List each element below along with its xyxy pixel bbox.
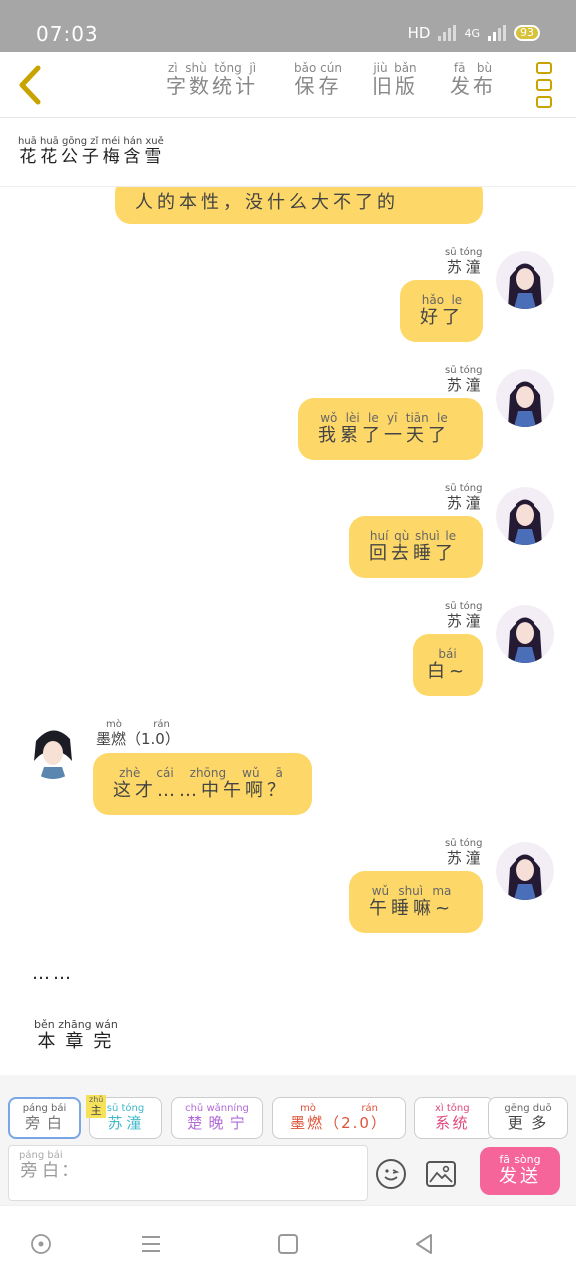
emoji-button[interactable] <box>376 1159 406 1189</box>
smiley-icon <box>384 1169 400 1181</box>
menu-dot-icon <box>536 96 552 108</box>
chapter-end-text: 本章完běn zhāng wán <box>34 1018 118 1052</box>
role-system[interactable]: 系统xì tǒng <box>414 1097 494 1139</box>
menu-dot-icon <box>536 62 552 74</box>
message-bubble: 白~bái <box>413 634 483 696</box>
menu-lines-icon[interactable] <box>140 1233 162 1255</box>
status-icons: HD 4G 93 <box>408 24 540 42</box>
image-icon <box>429 1165 453 1183</box>
status-time: 07:03 <box>36 22 99 46</box>
role-narrator[interactable]: 旁白páng bái <box>8 1097 81 1139</box>
back-triangle-icon[interactable] <box>413 1233 435 1255</box>
avatar-sutong-icon <box>496 605 554 663</box>
message-bubble: 这才……中午啊？zhè cái zhōng wǔ ā <box>93 753 312 815</box>
old-version-button[interactable]: 旧版jiù bǎn <box>372 61 418 99</box>
avatar-sutong-icon <box>496 487 554 545</box>
hd-indicator: HD <box>407 24 431 42</box>
speaker-name: 苏潼sū tóng <box>445 601 483 630</box>
status-bar: 07:03 HD 4G 93 <box>0 0 576 52</box>
avatar-sutong[interactable] <box>496 842 554 900</box>
speaker-name: 墨燃（1.0）mò rán <box>96 719 180 748</box>
message-bubble: 回去睡了huí qù shuì le <box>349 516 483 578</box>
network-type: 4G <box>464 26 480 40</box>
system-nav-bar <box>0 1205 576 1280</box>
role-chuwanning[interactable]: 楚晚宁chǔ wǎnníng <box>171 1097 263 1139</box>
main-role-badge: 主zhǔ <box>86 1095 107 1118</box>
home-square-icon[interactable] <box>277 1233 299 1255</box>
speaker-name: 苏潼sū tóng <box>445 838 483 867</box>
message-list[interactable]: 人的本性，没什么大不了的 苏潼sū tóng 好了hǎo le 苏潼sū tón… <box>0 187 576 1075</box>
cell-signal-icon <box>488 25 506 41</box>
avatar-sutong-icon <box>496 842 554 900</box>
save-button[interactable]: 保存bǎo cún <box>294 61 342 99</box>
wifi-signal-icon <box>438 25 457 41</box>
message-input[interactable]: 旁白páng bái： <box>8 1145 368 1201</box>
menu-dot-icon <box>536 79 552 91</box>
battery-icon: 93 <box>514 25 540 41</box>
avatar-sutong[interactable] <box>496 369 554 427</box>
speaker-name: 苏潼sū tóng <box>445 365 483 394</box>
avatar-sutong-icon <box>496 251 554 309</box>
speaker-name: 苏潼sū tóng <box>445 483 483 512</box>
top-toolbar: 字数统计zì shù tǒng jì 保存bǎo cún 旧版jiù bǎn 发… <box>0 52 576 118</box>
send-button[interactable]: 发送fā sòng <box>480 1147 560 1195</box>
composer-panel: 旁白páng bái 苏潼sū tóng 主zhǔ 楚晚宁chǔ wǎnníng… <box>0 1075 576 1205</box>
avatar-moran[interactable] <box>24 721 82 779</box>
speaker-name: 苏潼sū tóng <box>445 247 483 276</box>
message-bubble: 我累了一天了wǒ lèi le yī tiān le <box>298 398 483 460</box>
role-moran[interactable]: 墨燃（2.0）mò rán <box>272 1097 406 1139</box>
assistant-circle-icon[interactable] <box>30 1233 52 1255</box>
avatar-sutong[interactable] <box>496 487 554 545</box>
avatar-sutong[interactable] <box>496 251 554 309</box>
avatar-sutong[interactable] <box>496 605 554 663</box>
narration-ellipsis: …… <box>32 963 74 984</box>
message-bubble: 人的本性，没什么大不了的 <box>115 187 483 224</box>
more-roles-button[interactable]: 更多gēng duō <box>488 1097 568 1139</box>
back-button[interactable] <box>14 64 48 106</box>
avatar-moran-icon <box>24 721 82 779</box>
chevron-left-icon <box>19 65 41 105</box>
publish-button[interactable]: 发布fā bù <box>450 61 496 99</box>
word-count-button[interactable]: 字数统计zì shù tǒng jì <box>166 61 258 99</box>
image-button[interactable] <box>426 1161 456 1187</box>
more-menu-button[interactable] <box>536 62 554 108</box>
message-bubble: 好了hǎo le <box>400 280 483 342</box>
avatar-sutong-icon <box>496 369 554 427</box>
chat-title: 花花公子梅含雪huā huā gōng zǐ méi hán xuě <box>18 136 164 167</box>
message-bubble: 午睡嘛~wǔ shuì ma <box>349 871 483 933</box>
